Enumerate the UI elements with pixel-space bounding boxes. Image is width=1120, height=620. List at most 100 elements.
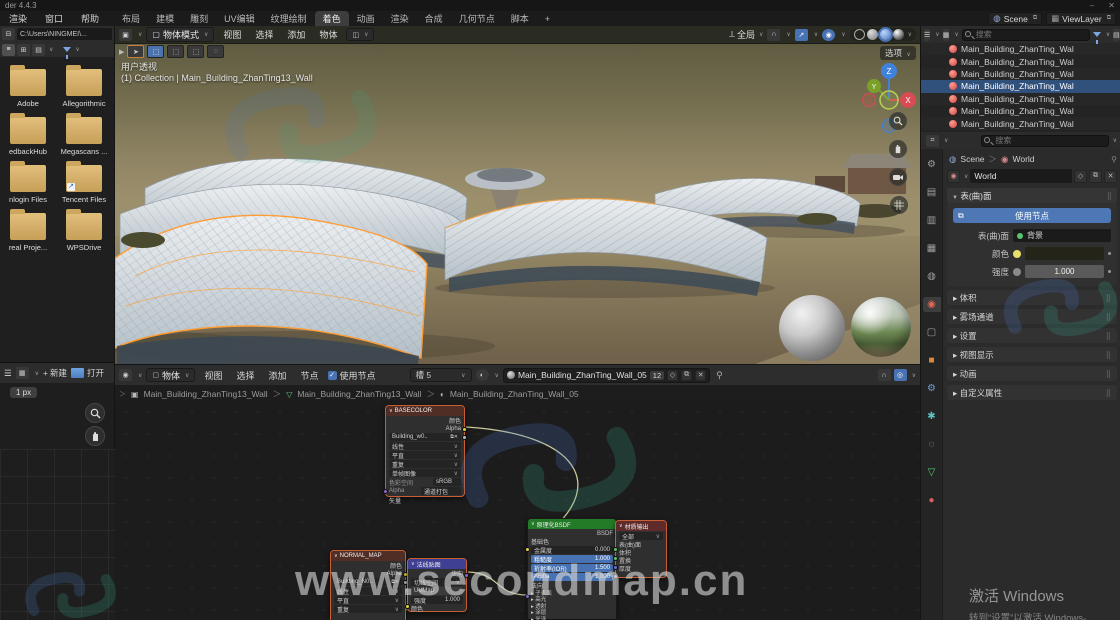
node-material-output[interactable]: ∨材质输出 全部∨ 表(曲)面 体积 置换 厚度 (615, 520, 667, 578)
folder-nlogin-files[interactable]: nlogin Files (0, 165, 56, 204)
interpolation-dropdown[interactable]: 线性∨ (389, 442, 461, 450)
node-menu[interactable]: 节点 (296, 369, 324, 382)
folder-megascans[interactable]: Megascans ... (56, 117, 112, 156)
snap-magnet-icon[interactable]: ∩ (878, 369, 891, 381)
tab-render-icon[interactable]: ▤ (923, 185, 941, 200)
tab-texture-paint[interactable]: 纹理绘制 (263, 11, 315, 26)
solid-shading-icon[interactable] (867, 29, 878, 40)
outliner-item[interactable]: Main_Building_ZhanTing_Wal (921, 93, 1120, 105)
colorspace-dropdown[interactable]: sRGB (433, 478, 461, 486)
view-thumb-icon[interactable]: ⊞ (17, 44, 30, 56)
outliner-search-input[interactable] (962, 29, 1090, 41)
view-detail-icon[interactable]: ▤ (32, 44, 45, 56)
extension-dropdown[interactable]: 重复∨ (389, 460, 461, 468)
folder-adobe[interactable]: Adobe (0, 69, 56, 108)
section-settings[interactable]: ▸ 设置⣿ (947, 328, 1117, 343)
roughness-slider[interactable]: 粗糙度1.000 (531, 555, 613, 563)
editor-type-icon[interactable]: ◉ (119, 369, 132, 381)
tab-scripting[interactable]: 脚本 (503, 11, 537, 26)
outliner-item[interactable]: Main_Building_ZhanTing_Wal (921, 117, 1120, 129)
shader-type-selector[interactable]: ▢物体∨ (146, 368, 195, 382)
ior-slider[interactable]: 折射率(IOR)1.500 (531, 564, 613, 572)
viewport-ortho-grid-icon[interactable] (890, 196, 908, 214)
section-mist-pass[interactable]: ▸ 雾场通道⣿ (947, 309, 1117, 324)
close-icon[interactable]: ✕ (1108, 1, 1115, 10)
editor-type-icon[interactable]: ⊟ (2, 28, 15, 40)
pin-icon[interactable]: ⚲ (1111, 155, 1117, 164)
tab-particles-icon[interactable]: ✱ (923, 409, 941, 424)
viewlayer-selector[interactable]: ▦ ViewLayer ⧉ (1046, 12, 1116, 25)
users-count-badge[interactable]: 12 (650, 371, 664, 380)
tab-animation[interactable]: 动画 (349, 11, 383, 26)
overlays-icon[interactable]: ◎ (894, 369, 907, 381)
section-viewport-display[interactable]: ▸ 视图显示⣿ (947, 347, 1117, 362)
tab-data-icon[interactable]: ▽ (923, 465, 941, 480)
folder-allegorithmic[interactable]: Allegorithmic (56, 69, 112, 108)
copy-icon[interactable]: ⧉ (1107, 15, 1111, 22)
pan-hand-icon[interactable] (85, 426, 105, 446)
new-image-button[interactable]: +新建 (43, 367, 67, 379)
title-bar[interactable]: der 4.4.3 – ✕ (0, 0, 1120, 11)
outliner-item[interactable]: Main_Building_ZhanTing_Wal (921, 105, 1120, 117)
view-menu[interactable]: 视图 (199, 369, 227, 382)
outliner-filter-icon[interactable] (1093, 32, 1101, 37)
viewport-zoom-icon[interactable] (889, 112, 907, 130)
snap-target-icon[interactable]: ↗ (795, 29, 808, 41)
mode-selector[interactable]: ▢ 物体模式∨ (146, 27, 214, 42)
select-menu[interactable]: 选择 (231, 369, 259, 382)
slot-selector[interactable]: 槽 5∨ (410, 368, 472, 382)
tab-material-icon[interactable]: ● (923, 493, 941, 508)
copy-icon[interactable]: ⧉ (1033, 15, 1037, 22)
outliner-item[interactable]: Main_Building_ZhanTing_Wal (921, 68, 1120, 80)
filter-icon[interactable] (63, 47, 71, 52)
node-canvas[interactable] (115, 401, 920, 620)
scene-selector[interactable]: ◍ Scene ⧉ (988, 12, 1042, 25)
surface-panel-header[interactable]: ▼ 表(曲)面 ⣿ (947, 188, 1117, 203)
unlink-icon[interactable]: ✕ (695, 370, 706, 381)
material-selector[interactable]: Main_Building_ZhanTing_Wall_05 12 ◇ ⧉ ✕ (503, 368, 710, 383)
tab-compositing[interactable]: 合成 (417, 11, 451, 26)
outliner-item[interactable]: Main_Building_ZhanTing_Wal (921, 43, 1120, 55)
properties-search-input[interactable] (981, 135, 1109, 147)
surface-input-socket[interactable] (613, 547, 618, 552)
gizmo-x-neg[interactable] (863, 94, 876, 107)
space-dropdown[interactable]: 切线空间∨ (411, 578, 463, 586)
view-menu[interactable]: 视图 (218, 28, 246, 41)
alpha-output-socket[interactable] (462, 435, 467, 440)
add-menu[interactable]: 添加 (263, 369, 291, 382)
display-mode-icon[interactable]: ☰ (924, 29, 930, 41)
menu-render[interactable]: 渲染 (0, 12, 36, 25)
node-principled-bsdf[interactable]: ∨原理化BSDF BSDF 基础色 金属度0.000 粗糙度1.000 折射率(… (527, 518, 617, 619)
tab-geometry-nodes[interactable]: 几何节点 (451, 11, 503, 26)
properties-editor-icon[interactable]: ⌗ (926, 135, 939, 147)
minimize-icon[interactable]: – (1090, 1, 1094, 10)
select-extend-icon[interactable]: ⬚ (167, 45, 184, 58)
viewport-camera-icon[interactable] (889, 168, 907, 186)
color-swatch[interactable] (1025, 247, 1104, 260)
tab-viewlayer-icon[interactable]: ▦ (923, 241, 941, 256)
folder-feedbackhub[interactable]: edbackHub (0, 117, 56, 156)
open-image-button[interactable]: 打开 (71, 367, 104, 379)
alpha-slider[interactable]: Alpha1.000 (531, 573, 613, 581)
tab-rendering[interactable]: 渲染 (383, 11, 417, 26)
image-selector[interactable]: Building_N0..⧉✕ (334, 578, 402, 586)
folder-tencent-files[interactable]: ↗Tencent Files (56, 165, 112, 204)
color-input-socket[interactable] (405, 604, 410, 609)
new-collection-icon[interactable]: ▤ (1113, 29, 1120, 41)
tab-physics-icon[interactable]: ◌ (923, 437, 941, 452)
tab-object-icon[interactable]: ■ (923, 353, 941, 368)
rendered-shading-icon[interactable] (893, 29, 904, 40)
node-normalmap-texture[interactable]: ∨NORMAL_MAP 颜色 Alpha Building_N0..⧉✕ 线性∨… (330, 550, 406, 620)
tab-layout[interactable]: 布局 (114, 11, 148, 26)
world-name-field[interactable]: World (970, 169, 1072, 183)
displacement-input-socket[interactable] (613, 565, 618, 570)
section-custom-properties[interactable]: ▸ 自定义属性⣿ (947, 385, 1117, 400)
copy-icon[interactable]: ⧉ (1089, 170, 1102, 183)
tweak-tool-icon[interactable]: ➤ (127, 45, 144, 58)
projection-dropdown[interactable]: 平直∨ (389, 451, 461, 459)
expand-icon[interactable]: ▶ (119, 48, 124, 56)
zoom-icon[interactable] (85, 403, 105, 423)
tab-output-icon[interactable]: ▥ (923, 213, 941, 228)
thickness-input-socket[interactable] (613, 574, 618, 579)
tab-modifier-icon[interactable]: ⚙ (923, 381, 941, 396)
